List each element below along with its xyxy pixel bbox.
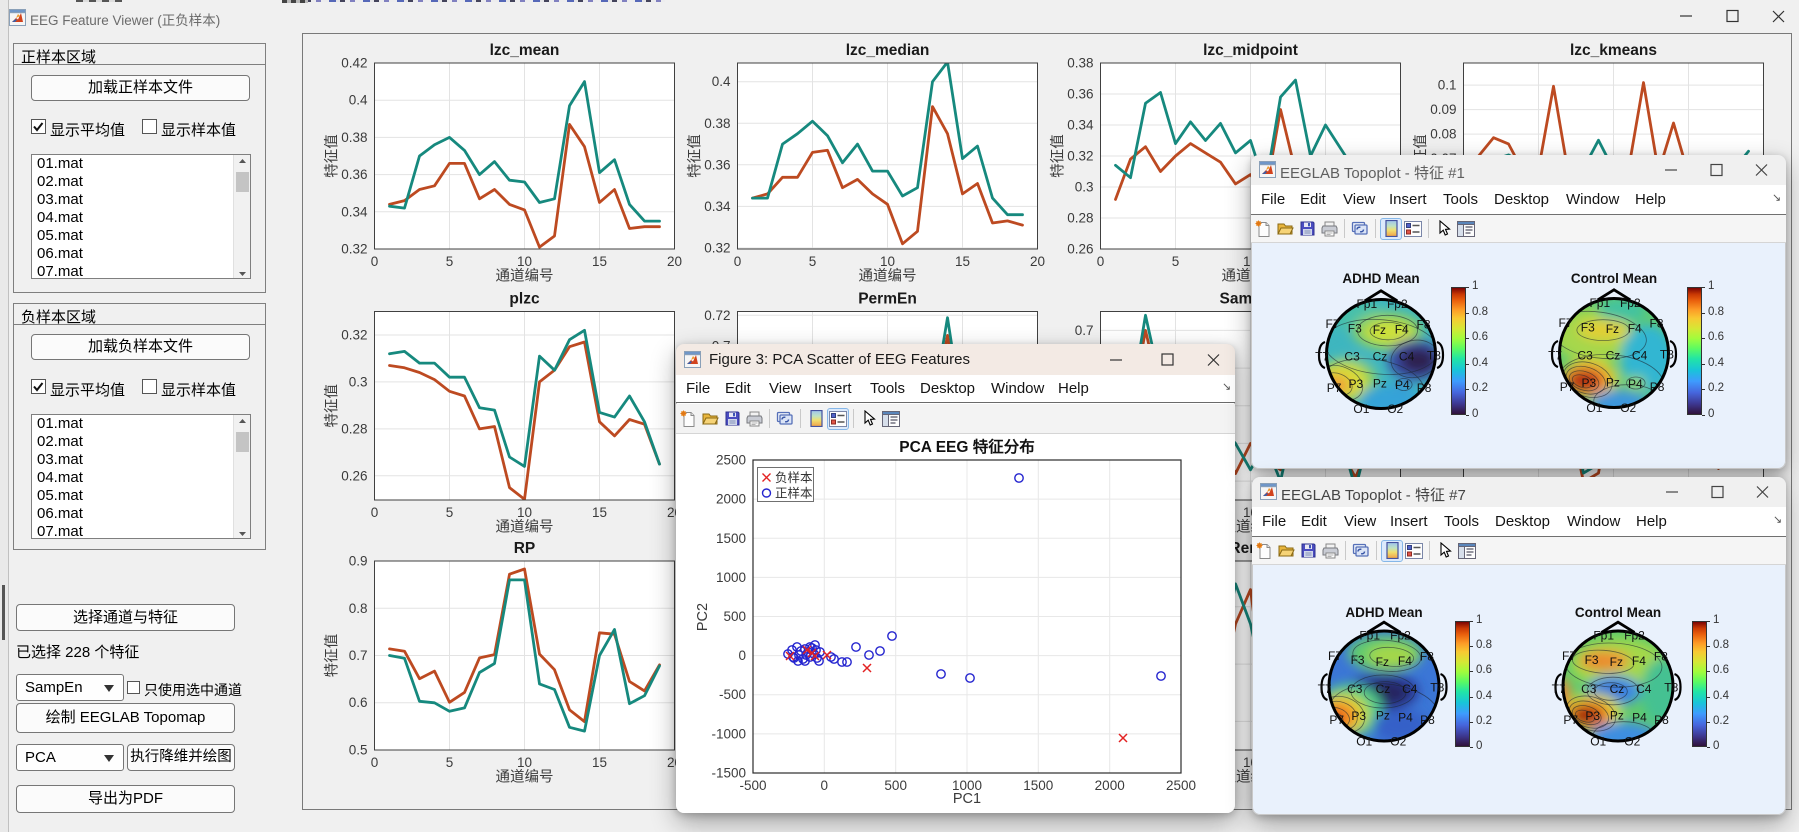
svg-text:P3: P3 <box>1349 377 1364 391</box>
svg-text:Pz: Pz <box>1373 376 1387 390</box>
svg-text:P4: P4 <box>1395 378 1410 392</box>
svg-text:C4: C4 <box>1399 350 1415 364</box>
svg-text:Fp2: Fp2 <box>1620 296 1641 310</box>
svg-text:Fp1: Fp1 <box>1356 297 1377 311</box>
svg-text:F8: F8 <box>1416 318 1430 332</box>
svg-text:C3: C3 <box>1577 349 1593 363</box>
svg-text:Pz: Pz <box>1606 375 1620 389</box>
svg-text:Fz: Fz <box>1373 323 1386 337</box>
svg-text:F7: F7 <box>1558 316 1572 330</box>
svg-text:T8: T8 <box>1427 349 1441 363</box>
svg-text:T8: T8 <box>1660 348 1674 362</box>
svg-text:F8: F8 <box>1649 317 1663 331</box>
svg-text:Cz: Cz <box>1606 349 1621 363</box>
svg-text:P3: P3 <box>1582 376 1597 390</box>
svg-text:T7: T7 <box>1315 350 1329 364</box>
svg-text:Fz: Fz <box>1606 322 1619 336</box>
svg-text:C3: C3 <box>1344 350 1360 364</box>
svg-text:O1: O1 <box>1353 402 1369 416</box>
svg-text:Cz: Cz <box>1373 350 1388 364</box>
svg-text:P8: P8 <box>1650 380 1665 394</box>
svg-text:F3: F3 <box>1581 320 1595 334</box>
svg-text:O2: O2 <box>1387 402 1403 416</box>
svg-text:O1: O1 <box>1586 401 1602 415</box>
svg-text:Fp2: Fp2 <box>1387 297 1408 311</box>
svg-text:F3: F3 <box>1348 321 1362 335</box>
svg-text:F4: F4 <box>1628 322 1642 336</box>
svg-text:T7: T7 <box>1548 349 1562 363</box>
svg-text:F7: F7 <box>1325 317 1339 331</box>
svg-text:C4: C4 <box>1632 349 1648 363</box>
svg-text:O2: O2 <box>1620 401 1636 415</box>
svg-text:F4: F4 <box>1395 323 1409 337</box>
svg-text:P4: P4 <box>1628 377 1643 391</box>
svg-text:P7: P7 <box>1327 381 1342 395</box>
svg-text:P7: P7 <box>1560 380 1575 394</box>
svg-text:P8: P8 <box>1417 381 1432 395</box>
svg-text:Fp1: Fp1 <box>1589 296 1610 310</box>
